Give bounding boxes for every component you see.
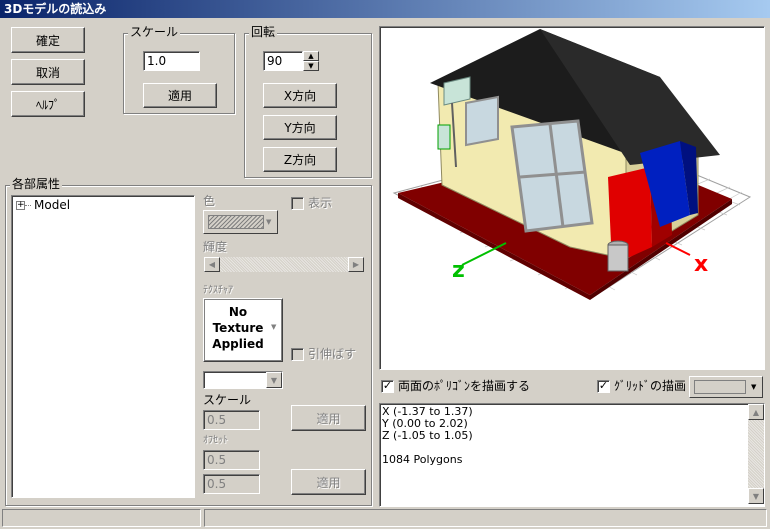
no-texture-line-1: No bbox=[228, 305, 248, 319]
confirm-button[interactable]: 確定 bbox=[11, 27, 85, 53]
rotate-spinner[interactable]: ▲ ▼ bbox=[303, 51, 319, 71]
grid-checkbox[interactable]: ✓ bbox=[597, 380, 610, 393]
double-sided-checkbox[interactable]: ✓ bbox=[381, 380, 394, 393]
display-checkbox[interactable] bbox=[291, 197, 304, 210]
texture-preview[interactable]: No Texture Applied ▼ bbox=[203, 298, 283, 362]
scroll-right-icon[interactable]: ▶ bbox=[348, 257, 364, 272]
grid-color-picker[interactable]: ▼ bbox=[689, 376, 763, 398]
chevron-down-icon: ▼ bbox=[751, 383, 757, 391]
chevron-down-icon[interactable]: ▼ bbox=[266, 372, 282, 388]
spin-up-icon[interactable]: ▲ bbox=[303, 51, 319, 61]
offset-y-input[interactable]: 0.5 bbox=[203, 474, 260, 494]
mailbox bbox=[437, 124, 451, 150]
attributes-group-title: 各部属性 bbox=[10, 177, 63, 191]
parts-tree[interactable]: + Model bbox=[11, 195, 195, 498]
info-z-range: Z (-1.05 to 1.05) bbox=[382, 429, 473, 442]
rotate-input[interactable]: 90 bbox=[263, 51, 303, 71]
texture-scale-label: スケール bbox=[203, 393, 252, 407]
spin-down-icon[interactable]: ▼ bbox=[303, 61, 319, 71]
texture-dropdown-icon: ▼ bbox=[271, 323, 277, 331]
grid-color-swatch bbox=[694, 380, 746, 394]
brightness-label: 輝度 bbox=[203, 240, 228, 254]
brightness-scrollbar[interactable]: ◀ ▶ bbox=[203, 256, 365, 273]
color-label: 色 bbox=[203, 194, 216, 208]
cancel-button[interactable]: 取消 bbox=[11, 59, 85, 85]
rotate-z-button[interactable]: Z方向 bbox=[263, 147, 337, 172]
offset-apply-button[interactable]: 適用 bbox=[291, 469, 366, 495]
stretch-checkbox[interactable] bbox=[291, 348, 304, 361]
offset-x-input[interactable]: 0.5 bbox=[203, 450, 260, 470]
color-picker[interactable]: ▼ bbox=[203, 210, 278, 234]
no-texture-line-3: Applied bbox=[212, 337, 264, 351]
axis-label-z: z bbox=[452, 258, 465, 283]
rotate-group-title: 回転 bbox=[249, 25, 278, 39]
scroll-up-icon[interactable]: ▲ bbox=[748, 404, 764, 420]
status-cell-left bbox=[2, 509, 201, 527]
scroll-down-icon[interactable]: ▼ bbox=[748, 488, 764, 504]
scale-apply-button[interactable]: 適用 bbox=[143, 83, 217, 108]
help-button[interactable]: ﾍﾙﾌﾟ bbox=[11, 91, 85, 117]
grid-label: ｸﾞﾘｯﾄﾞの描画 bbox=[614, 379, 687, 393]
stretch-label: 引伸ばす bbox=[308, 347, 357, 361]
info-polygons: 1084 Polygons bbox=[382, 453, 463, 466]
chevron-down-icon: ▼ bbox=[266, 218, 272, 226]
title-bar: 3Dモデルの読込み bbox=[0, 0, 770, 18]
no-texture-text: No Texture Applied bbox=[207, 304, 269, 352]
tree-connector bbox=[25, 205, 31, 206]
scale-input[interactable]: 1.0 bbox=[143, 51, 200, 71]
texture-scale-apply-button[interactable]: 適用 bbox=[291, 405, 366, 431]
offset-label: ｵﾌｾｯﾄ bbox=[203, 435, 228, 446]
rotate-y-button[interactable]: Y方向 bbox=[263, 115, 337, 140]
axis-label-x: x bbox=[694, 252, 708, 277]
model-info-box[interactable]: X (-1.37 to 1.37) Y (0.00 to 2.02) Z (-1… bbox=[379, 403, 765, 507]
info-scrollbar[interactable]: ▲ ▼ bbox=[748, 404, 764, 504]
tree-node-model[interactable]: Model bbox=[34, 198, 70, 212]
x-axis-line bbox=[665, 242, 691, 256]
scroll-left-icon[interactable]: ◀ bbox=[204, 257, 220, 272]
rotate-x-button[interactable]: X方向 bbox=[263, 83, 337, 108]
no-texture-line-2: Texture bbox=[212, 321, 264, 335]
color-swatch bbox=[208, 215, 264, 229]
info-text: X (-1.37 to 1.37) Y (0.00 to 2.02) Z (-1… bbox=[382, 406, 473, 466]
texture-scale-input[interactable]: 0.5 bbox=[203, 410, 260, 430]
model-viewport[interactable]: z x bbox=[379, 26, 765, 370]
scale-group-title: スケール bbox=[128, 25, 181, 39]
texture-label: ﾃｸｽﾁｬｱ bbox=[203, 285, 233, 296]
z-axis-line bbox=[461, 242, 507, 266]
trash-can bbox=[607, 244, 629, 272]
window-title: 3Dモデルの読込み bbox=[4, 2, 107, 16]
display-label: 表示 bbox=[308, 196, 333, 210]
status-cell-right bbox=[204, 509, 767, 527]
house-model-render: z x bbox=[392, 29, 752, 300]
double-sided-label: 両面のﾎﾟﾘｺﾞﾝを描画する bbox=[398, 379, 531, 393]
expand-icon[interactable]: + bbox=[16, 201, 25, 210]
upper-window bbox=[465, 95, 499, 147]
texture-mode-select[interactable]: ▼ bbox=[203, 371, 283, 389]
